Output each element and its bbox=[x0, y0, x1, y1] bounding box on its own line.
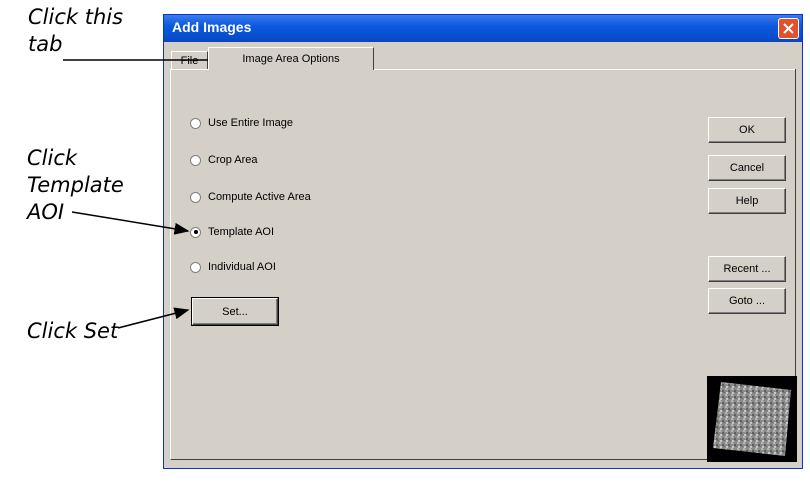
option-individual-aoi[interactable]: Individual AOI bbox=[190, 258, 276, 276]
set-button-label: Set... bbox=[222, 305, 248, 318]
option-label: Crop Area bbox=[208, 154, 258, 166]
cancel-button[interactable]: Cancel bbox=[708, 155, 786, 181]
radio-button-selected[interactable] bbox=[190, 226, 201, 238]
tab-file[interactable]: File bbox=[171, 51, 208, 69]
radio-button[interactable] bbox=[190, 261, 201, 273]
annotation-click-template-text: Click Template AOI bbox=[27, 146, 124, 224]
ok-button-label: OK bbox=[739, 124, 755, 136]
option-crop-area[interactable]: Crop Area bbox=[190, 151, 258, 169]
help-button[interactable]: Help bbox=[708, 188, 786, 214]
image-thumbnail bbox=[707, 376, 797, 462]
tab-file-label: File bbox=[180, 54, 199, 67]
close-button[interactable] bbox=[778, 18, 799, 39]
option-template-aoi[interactable]: Template AOI bbox=[190, 223, 274, 241]
option-label: Use Entire Image bbox=[208, 117, 293, 129]
tab-image-area-options[interactable]: Image Area Options bbox=[208, 47, 374, 70]
annotation-click-tab: Click this tab bbox=[28, 4, 123, 58]
radio-button[interactable] bbox=[190, 191, 201, 203]
option-label: Individual AOI bbox=[208, 261, 276, 273]
recent-button-label: Recent ... bbox=[723, 263, 771, 275]
goto-button[interactable]: Goto ... bbox=[708, 288, 786, 314]
tab-strip: File Image Area Options bbox=[170, 47, 796, 70]
annotation-click-set: Click Set bbox=[27, 318, 118, 345]
goto-button-label: Goto ... bbox=[728, 295, 766, 307]
tab-image-area-options-label: Image Area Options bbox=[242, 53, 340, 65]
radio-button[interactable] bbox=[190, 154, 201, 166]
option-compute-active-area[interactable]: Compute Active Area bbox=[190, 188, 311, 206]
set-button[interactable]: Set... bbox=[191, 297, 279, 326]
annotation-click-set-text: Click Set bbox=[27, 319, 119, 343]
satellite-image-preview bbox=[713, 382, 791, 456]
option-use-entire-image[interactable]: Use Entire Image bbox=[190, 114, 293, 132]
option-label: Compute Active Area bbox=[208, 191, 311, 203]
ok-button[interactable]: OK bbox=[708, 117, 786, 143]
title-bar: Add Images bbox=[164, 15, 802, 42]
help-button-label: Help bbox=[735, 195, 759, 207]
radio-button[interactable] bbox=[190, 117, 201, 129]
window-title: Add Images bbox=[172, 19, 252, 35]
annotation-click-template: Click Template AOI bbox=[27, 145, 124, 226]
option-label: Template AOI bbox=[208, 226, 275, 238]
annotation-click-tab-text: Click this tab bbox=[28, 5, 124, 56]
recent-button[interactable]: Recent ... bbox=[708, 256, 786, 282]
add-images-dialog: Add Images File Image Area Options Use E… bbox=[163, 14, 803, 469]
cancel-button-label: Cancel bbox=[729, 162, 765, 174]
close-icon bbox=[783, 23, 794, 34]
